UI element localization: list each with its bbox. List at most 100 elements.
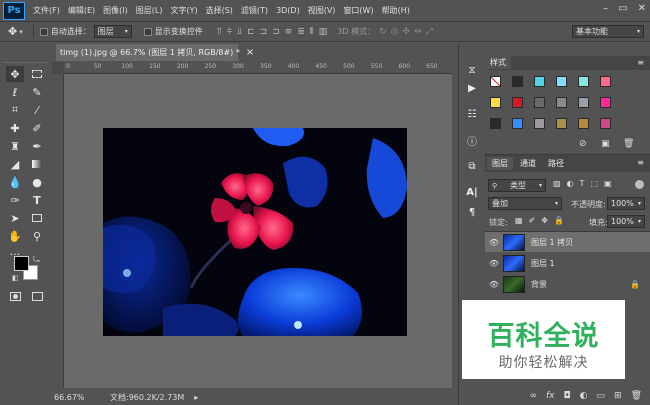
filter-shape-icon[interactable]: ⬚ xyxy=(590,179,598,188)
menu-select[interactable]: 选择(S) xyxy=(206,5,233,16)
layer-name[interactable]: 图层 1 xyxy=(531,258,555,269)
dodge-tool-icon[interactable]: ● xyxy=(28,174,46,190)
history-brush-icon[interactable]: ✒ xyxy=(28,138,46,154)
tab-channels[interactable]: 通道 xyxy=(515,157,541,170)
layer-filter-dropdown[interactable]: ⚲ 类型 ▾ xyxy=(488,179,546,192)
menu-3d[interactable]: 3D(D) xyxy=(276,6,300,15)
style-swatch[interactable] xyxy=(534,97,545,108)
auto-select-checkbox[interactable] xyxy=(39,27,48,36)
layer-row[interactable]: 👁 背景 🔒 xyxy=(485,274,650,294)
style-swatch[interactable] xyxy=(578,97,589,108)
layer-name[interactable]: 图层 1 拷贝 xyxy=(531,237,573,248)
eyedropper-tool-icon[interactable]: ⁄ xyxy=(28,102,46,118)
blend-mode-dropdown[interactable]: 叠加 ▾ xyxy=(488,197,562,210)
style-swatch[interactable] xyxy=(578,118,589,129)
channels-panel-icon[interactable]: ⧉ xyxy=(464,158,480,174)
delete-style-icon[interactable]: 🗑 xyxy=(623,139,634,149)
clone-stamp-icon[interactable]: ♜ xyxy=(6,138,24,154)
filter-toggle[interactable] xyxy=(635,180,644,189)
style-swatch[interactable] xyxy=(556,97,567,108)
style-swatch[interactable] xyxy=(512,76,523,87)
filter-type-icon[interactable]: T xyxy=(580,179,585,188)
default-colors-icon[interactable]: ◧ xyxy=(12,274,19,282)
properties-panel-icon[interactable]: ☷ xyxy=(464,106,480,122)
visibility-eye-icon[interactable]: 👁 xyxy=(485,238,503,247)
new-layer-icon[interactable]: ⊞ xyxy=(614,391,622,401)
align-right-icon[interactable]: ⊐ xyxy=(272,27,280,37)
style-swatch[interactable] xyxy=(490,76,501,87)
align-top-icon[interactable]: ⫪ xyxy=(217,27,222,37)
styles-tab[interactable]: 样式 xyxy=(485,56,511,69)
close-button[interactable]: ✕ xyxy=(638,3,646,14)
group-folder-icon[interactable]: ▭ xyxy=(597,391,606,401)
marquee-tool-icon[interactable] xyxy=(28,66,46,82)
healing-brush-icon[interactable]: ✚ xyxy=(6,120,24,136)
style-swatch[interactable] xyxy=(490,97,501,108)
rectangle-tool-icon[interactable] xyxy=(28,210,46,226)
opacity-field[interactable]: 100% ▾ xyxy=(607,197,645,210)
quick-mask-icon[interactable] xyxy=(6,288,24,304)
move-tool-icon[interactable]: ✥ xyxy=(6,66,24,82)
adjustment-layer-icon[interactable]: ◐ xyxy=(580,391,588,401)
lock-all-icon[interactable]: 🔒 xyxy=(554,216,564,225)
menu-window[interactable]: 窗口(W) xyxy=(343,5,373,16)
menu-help[interactable]: 帮助(H) xyxy=(382,5,410,16)
mask-icon[interactable]: ◘ xyxy=(564,391,571,401)
show-transform-checkbox[interactable] xyxy=(143,27,152,36)
distribute-v-icon[interactable]: ≣ xyxy=(297,27,305,37)
close-tab-icon[interactable]: × xyxy=(246,47,254,58)
lock-pixels-icon[interactable]: ✐ xyxy=(529,216,536,225)
filter-smart-icon[interactable]: ▣ xyxy=(604,179,612,188)
minimize-button[interactable]: – xyxy=(603,3,608,14)
fill-field[interactable]: 100% ▾ xyxy=(607,215,645,228)
status-arrow-icon[interactable]: ▸ xyxy=(194,393,198,402)
3d-slide-icon[interactable]: ⇔ xyxy=(414,27,422,37)
3d-roll-icon[interactable]: ◎ xyxy=(391,27,399,37)
panel-menu-icon[interactable]: ≡ xyxy=(637,158,644,167)
style-swatch[interactable] xyxy=(534,118,545,129)
tool-preset-dropdown-icon[interactable]: ▾ xyxy=(19,28,23,36)
layer-name[interactable]: 背景 xyxy=(531,279,547,290)
3d-rotate-icon[interactable]: ↻ xyxy=(379,27,387,37)
distribute-h-icon[interactable]: ⦀ xyxy=(310,27,314,37)
style-swatch[interactable] xyxy=(534,76,545,87)
eraser-tool-icon[interactable]: ◢ xyxy=(6,156,24,172)
paragraph-panel-icon[interactable]: ¶ xyxy=(464,204,480,220)
filter-pixel-icon[interactable]: ▨ xyxy=(553,179,561,188)
distribute-icon[interactable]: ≡ xyxy=(285,27,293,37)
visibility-eye-icon[interactable]: 👁 xyxy=(485,280,503,289)
style-swatch[interactable] xyxy=(490,118,501,129)
zoom-tool-icon[interactable]: ⚲ xyxy=(28,228,46,244)
workspace-dropdown[interactable]: 基本功能 ▾ xyxy=(572,25,644,38)
no-style-icon[interactable]: ⊘ xyxy=(579,139,587,149)
document-tab[interactable]: timg (1).jpg @ 66.7% (图层 1 拷贝, RGB/8#) *… xyxy=(56,44,254,61)
path-select-icon[interactable]: ➤ xyxy=(6,210,24,226)
hand-tool-icon[interactable]: ✋ xyxy=(6,228,24,244)
align-bottom-icon[interactable]: ⫫ xyxy=(237,27,242,37)
gradient-tool-icon[interactable] xyxy=(28,156,46,172)
lasso-tool-icon[interactable]: ℓ xyxy=(6,84,24,100)
type-tool-icon[interactable]: T xyxy=(28,192,46,208)
align-center-icon[interactable]: ⊐ xyxy=(260,27,268,37)
visibility-eye-icon[interactable]: 👁 xyxy=(485,259,503,268)
menu-type[interactable]: 文字(Y) xyxy=(170,5,197,16)
swap-colors-icon[interactable]: ⤿ xyxy=(33,255,40,265)
layer-row[interactable]: 👁 图层 1 拷贝 xyxy=(485,232,650,252)
menu-file[interactable]: 文件(F) xyxy=(33,5,60,16)
lock-transparent-icon[interactable]: ▦ xyxy=(515,216,523,225)
zoom-level[interactable]: 66.67% xyxy=(54,393,104,402)
quick-select-tool-icon[interactable]: ✎ xyxy=(28,84,46,100)
style-swatch[interactable] xyxy=(556,118,567,129)
filter-adjust-icon[interactable]: ◐ xyxy=(567,179,574,188)
menu-edit[interactable]: 编辑(E) xyxy=(68,5,95,16)
auto-select-dropdown[interactable]: 图层 ▾ xyxy=(93,25,132,38)
screen-mode-icon[interactable] xyxy=(28,288,46,304)
panel-menu-icon[interactable]: ≡ xyxy=(637,58,644,67)
menu-view[interactable]: 视图(V) xyxy=(308,5,336,16)
fx-icon[interactable]: fx xyxy=(546,391,555,401)
align-middle-icon[interactable]: ⫩ xyxy=(227,27,232,37)
3d-scale-icon[interactable]: ⤢ xyxy=(426,27,433,37)
style-swatch[interactable] xyxy=(600,76,611,87)
history-panel-icon[interactable]: ⧖ xyxy=(464,62,480,78)
style-swatch[interactable] xyxy=(512,118,523,129)
